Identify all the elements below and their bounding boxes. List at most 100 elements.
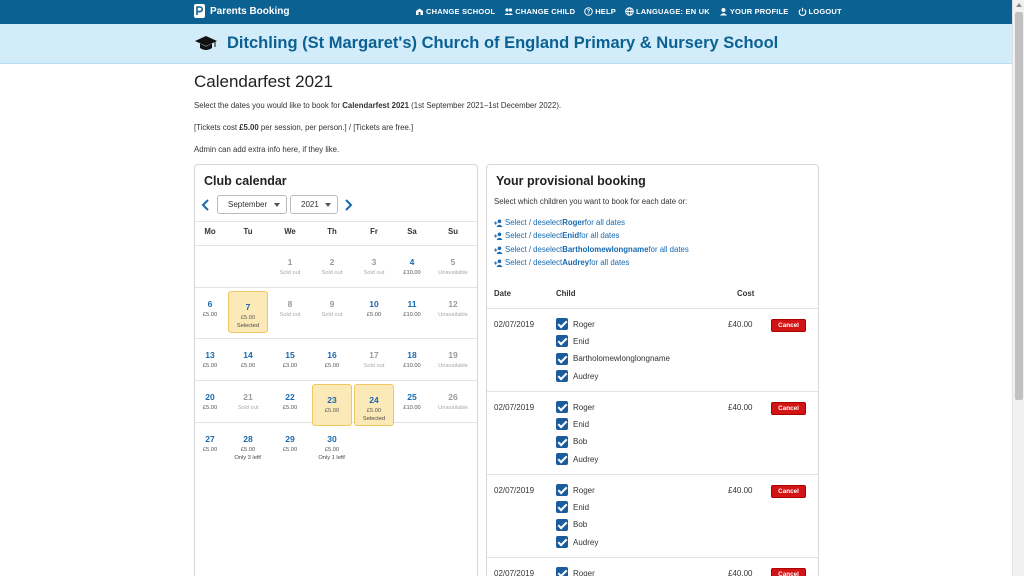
child-checkbox-row[interactable]: Enid bbox=[556, 335, 590, 348]
day-status: £10.00 bbox=[403, 405, 421, 411]
svg-text:?: ? bbox=[587, 10, 591, 16]
child-checkbox-row[interactable]: Roger bbox=[556, 484, 595, 496]
scroll-thumb[interactable] bbox=[1015, 12, 1023, 400]
child-name: Audrey bbox=[573, 537, 599, 547]
nav-link-help[interactable]: ? HELP bbox=[584, 7, 616, 16]
day-status: £5.00 bbox=[324, 408, 340, 414]
child-checkbox-row[interactable]: Bob bbox=[556, 435, 587, 448]
checkbox-checked-icon[interactable] bbox=[556, 435, 568, 448]
child-checkbox-row[interactable]: Audrey bbox=[556, 370, 598, 383]
calendar-day-30[interactable]: 30 £5.00 Only 1 left! bbox=[312, 424, 352, 464]
checkbox-checked-icon[interactable] bbox=[556, 370, 568, 383]
checkbox-checked-icon[interactable] bbox=[556, 335, 568, 348]
child-name: Enid bbox=[573, 336, 590, 346]
calendar-day-20[interactable]: 20 £5.00 bbox=[190, 382, 230, 422]
child-name: Enid bbox=[573, 502, 590, 512]
nav-link-your-profile[interactable]: YOUR PROFILE bbox=[719, 7, 789, 16]
child-checkbox-row[interactable]: Bob bbox=[556, 518, 587, 531]
calendar-day-27[interactable]: 27 £5.00 bbox=[190, 424, 230, 464]
calendar-day-22[interactable]: 22 £5.00 bbox=[270, 382, 310, 422]
link-suffix: for all dates bbox=[584, 218, 626, 227]
cancel-button[interactable]: Cancel bbox=[771, 568, 806, 576]
select-all-audrey-link[interactable]: Select / deselect Audrey for all dates bbox=[494, 258, 629, 267]
day-note: Only 3 left! bbox=[234, 455, 262, 461]
cost-column-header: Cost bbox=[737, 289, 755, 298]
scroll-up-arrow-icon[interactable] bbox=[1016, 3, 1022, 7]
child-checkbox-row[interactable]: Roger bbox=[556, 318, 595, 330]
checkbox-checked-icon[interactable] bbox=[556, 536, 568, 549]
calendar-day-7[interactable]: 7 £5.00 Selected bbox=[228, 291, 268, 333]
month-select[interactable]: September bbox=[217, 195, 287, 214]
checkbox-checked-icon[interactable] bbox=[556, 453, 568, 466]
cancel-button[interactable]: Cancel bbox=[771, 485, 806, 498]
day-status: £5.00 bbox=[366, 312, 382, 318]
calendar-day-6[interactable]: 6 £5.00 bbox=[190, 289, 230, 329]
day-status: £3.00 bbox=[282, 363, 298, 369]
select-all-bartholomewlongname-link[interactable]: Select / deselect Bartholomewlongname fo… bbox=[494, 245, 689, 254]
day-number: 20 bbox=[205, 392, 215, 402]
child-checkbox-row[interactable]: Audrey bbox=[556, 536, 599, 549]
checkbox-checked-icon[interactable] bbox=[556, 318, 568, 330]
child-checkbox-row[interactable]: Roger bbox=[556, 567, 595, 576]
day-status: £5.00 bbox=[202, 447, 218, 453]
child-checkbox-row[interactable]: Enid bbox=[556, 418, 589, 431]
weekday-we: We bbox=[284, 227, 296, 236]
calendar-day-28[interactable]: 28 £5.00 Only 3 left! bbox=[228, 424, 268, 464]
day-status: £5.00 bbox=[324, 363, 340, 369]
checkbox-checked-icon[interactable] bbox=[556, 518, 568, 531]
calendar-day-15[interactable]: 15 £3.00 bbox=[270, 340, 310, 380]
calendar-day-24[interactable]: 24 £5.00 Selected bbox=[354, 384, 394, 426]
link-prefix: Select / deselect bbox=[505, 245, 563, 254]
day-number: 1 bbox=[287, 257, 293, 267]
child-name: Roger bbox=[573, 568, 595, 576]
cancel-button[interactable]: Cancel bbox=[771, 402, 806, 415]
checkbox-checked-icon[interactable] bbox=[556, 418, 568, 431]
school-icon bbox=[416, 8, 423, 15]
checkbox-checked-icon[interactable] bbox=[556, 501, 568, 514]
checkbox-checked-icon[interactable] bbox=[556, 567, 568, 576]
cancel-button[interactable]: Cancel bbox=[771, 319, 806, 332]
nav-link-logout[interactable]: LOGOUT bbox=[798, 7, 842, 16]
page-scrollbar[interactable] bbox=[1012, 0, 1024, 576]
tickets-suffix: per session, per person.] / [Tickets are… bbox=[258, 123, 414, 132]
brand[interactable]: Parents Booking bbox=[194, 4, 289, 18]
calendar-day-11[interactable]: 11 £10.00 bbox=[392, 289, 432, 329]
calendar-day-4[interactable]: 4 £10.00 bbox=[392, 247, 432, 287]
tickets-text: [Tickets cost £5.00 per session, per per… bbox=[194, 123, 413, 132]
booking-date: 02/07/2019 bbox=[494, 320, 535, 329]
calendar-day-10[interactable]: 10 £5.00 bbox=[354, 289, 394, 329]
calendar-day-13[interactable]: 13 £5.00 bbox=[190, 340, 230, 380]
nav-link-change-school[interactable]: CHANGE SCHOOL bbox=[415, 7, 495, 16]
day-number: 19 bbox=[448, 350, 458, 360]
day-number: 2 bbox=[329, 257, 335, 267]
booking-subtitle: Select which children you want to book f… bbox=[494, 197, 688, 206]
checkbox-checked-icon[interactable] bbox=[556, 484, 568, 496]
day-number: 29 bbox=[285, 434, 295, 444]
calendar-day-16[interactable]: 16 £5.00 bbox=[312, 340, 352, 380]
day-status: £5.00 bbox=[202, 363, 218, 369]
year-select[interactable]: 2021 bbox=[290, 195, 338, 214]
chevron-right-icon[interactable] bbox=[343, 199, 353, 211]
day-number: 4 bbox=[409, 257, 415, 267]
calendar-day-18[interactable]: 18 £10.00 bbox=[392, 340, 432, 380]
calendar-day-25[interactable]: 25 £10.00 bbox=[392, 382, 432, 422]
calendar-day-14[interactable]: 14 £5.00 bbox=[228, 340, 268, 380]
child-checkbox-row[interactable]: Enid bbox=[556, 501, 590, 514]
child-checkbox-row[interactable]: Bartholomewlonglongname bbox=[556, 352, 670, 365]
chevron-left-icon[interactable] bbox=[201, 199, 211, 211]
child-checkbox-row[interactable]: Roger bbox=[556, 401, 595, 413]
select-all-enid-link[interactable]: Select / deselect Enid for all dates bbox=[494, 231, 619, 240]
checkbox-checked-icon[interactable] bbox=[556, 352, 568, 365]
child-checkbox-row[interactable]: Audrey bbox=[556, 453, 598, 466]
nav-link-change-child[interactable]: CHANGE CHILD bbox=[504, 7, 575, 16]
calendar-day-29[interactable]: 29 £5.00 bbox=[270, 424, 310, 464]
booking-cost: £40.00 bbox=[728, 569, 753, 576]
calendar-day-23[interactable]: 23 £5.00 bbox=[312, 384, 352, 426]
checkbox-checked-icon[interactable] bbox=[556, 401, 568, 413]
globe-icon bbox=[625, 7, 634, 16]
nav-link-language-en-uk[interactable]: LANGUAGE: EN UK bbox=[625, 7, 710, 16]
link-child-name: Roger bbox=[562, 218, 585, 227]
calendar-day-3: 3 Sold out bbox=[354, 247, 394, 287]
top-navbar: Parents Booking CHANGE SCHOOL CHANGE CHIL… bbox=[0, 0, 1012, 24]
select-all-roger-link[interactable]: Select / deselect Roger for all dates bbox=[494, 218, 625, 227]
